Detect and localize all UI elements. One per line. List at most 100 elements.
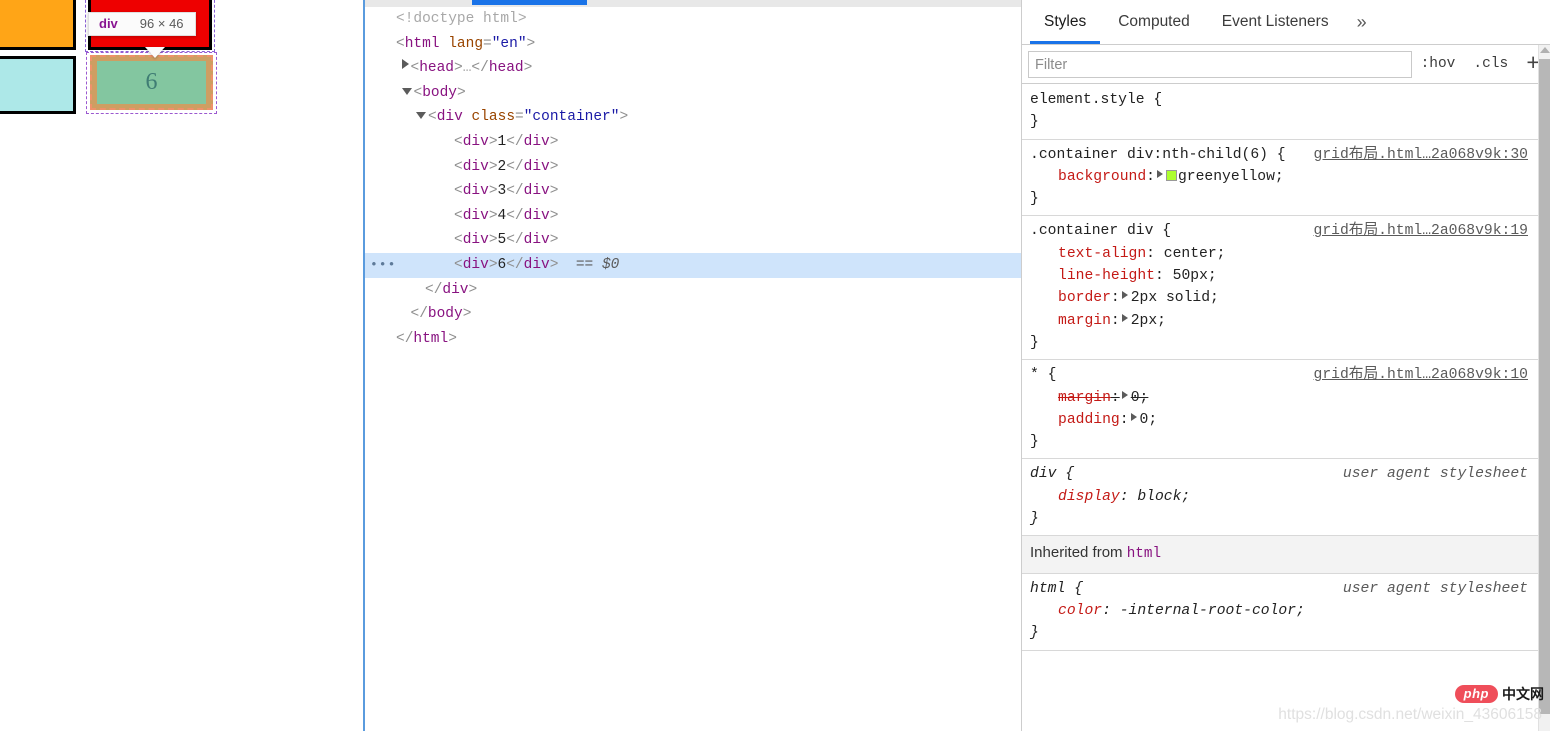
hov-toggle-button[interactable]: :hov [1412,56,1465,72]
color-swatch-icon[interactable] [1165,169,1177,181]
style-declaration[interactable]: text-align: center; [1030,243,1530,265]
dom-token: html [404,35,440,52]
dom-node[interactable]: <div class="container"> [365,105,1021,130]
style-rule[interactable]: .container div:nth-child(6) { grid布局.html… [1022,140,1538,217]
grid-cell-cyan[interactable] [0,56,76,114]
style-rule-selector[interactable]: .container div { [1030,223,1171,239]
styles-tab-bar: Styles Computed Event Listeners » [1022,0,1550,45]
dom-active-tab-indicator[interactable] [472,0,587,5]
style-property-value[interactable]: 0; [1140,412,1158,428]
style-rule-selector[interactable]: * { [1030,367,1056,383]
collapse-triangle-icon[interactable] [401,87,412,95]
style-rule-source-link[interactable]: grid布局.html…2a068v9k:10 [1314,364,1528,386]
style-rule-source-link[interactable]: grid布局.html…2a068v9k:30 [1314,144,1528,166]
shorthand-expand-icon[interactable] [1121,390,1128,399]
cls-toggle-button[interactable]: .cls [1464,56,1517,72]
shorthand-expand-icon[interactable] [1156,169,1163,178]
style-colon: : [1119,411,1129,428]
dom-node-badge-icon[interactable]: ••• [370,253,396,278]
more-tabs-icon[interactable]: » [1347,0,1377,44]
style-property-value[interactable]: 0; [1131,390,1149,406]
expand-triangle-icon[interactable] [401,59,409,70]
style-colon: : [1110,312,1120,329]
dom-node[interactable]: <body> [365,81,1021,106]
shorthand-expand-icon[interactable] [1121,313,1128,322]
style-rule[interactable]: div {user agent stylesheet display: block… [1022,459,1538,537]
style-property-value[interactable]: -internal-root-color; [1120,603,1305,619]
style-declaration[interactable]: display: block; [1030,486,1530,508]
dom-token: > [457,84,466,101]
styles-rules-list[interactable]: element.style {} .container div:nth-child… [1022,85,1538,731]
dom-tree[interactable]: <!doctype html> <html lang="en"> <head>…</… [365,7,1021,731]
grid-cell-six-highlighted[interactable]: 6 [97,61,206,104]
style-property-value[interactable]: greenyellow; [1178,169,1284,185]
style-property-name[interactable]: border [1058,290,1111,306]
style-property-value[interactable]: block; [1137,489,1190,505]
dom-node[interactable]: <div>4</div> [365,204,1021,229]
style-property-name[interactable]: margin [1058,390,1111,406]
shorthand-expand-icon[interactable] [1130,412,1137,421]
tab-event-listeners[interactable]: Event Listeners [1208,0,1343,44]
style-declaration[interactable]: color: -internal-root-color; [1030,600,1530,622]
tab-styles[interactable]: Styles [1030,0,1101,44]
style-colon: : [1110,389,1120,406]
collapse-triangle-icon[interactable] [416,112,426,120]
dom-node[interactable]: <div>2</div> [365,155,1021,180]
style-property-value[interactable]: 2px solid; [1131,290,1219,306]
dom-node[interactable]: </html> [365,327,1021,352]
scroll-up-arrow-icon[interactable] [1540,47,1550,53]
style-property-name[interactable]: text-align [1058,246,1146,262]
style-property-name[interactable]: margin [1058,313,1111,329]
style-property-value[interactable]: 50px; [1173,268,1217,284]
dom-token: head [488,60,524,77]
style-rule-selector[interactable]: element.style { [1030,92,1162,108]
style-declaration[interactable]: line-height: 50px; [1030,265,1530,287]
style-rule-selector[interactable]: html { [1030,581,1083,597]
tooltip-dimensions: 96 × 46 [139,16,184,31]
dom-node[interactable]: <!doctype html> [365,7,1021,32]
dom-node[interactable]: <head>…</head> [365,56,1021,81]
style-declaration[interactable]: border: 2px solid; [1030,287,1530,309]
style-rule-selector[interactable]: .container div:nth-child(6) { [1030,147,1286,163]
dom-token: > [488,158,498,175]
style-rule[interactable]: element.style {} [1022,85,1538,140]
scrollbar-thumb[interactable] [1539,59,1550,714]
style-property-name[interactable]: padding [1058,412,1120,428]
style-property-value[interactable]: 2px; [1131,313,1166,329]
style-property-name[interactable]: color [1058,603,1102,619]
style-rule-source-link[interactable]: grid布局.html…2a068v9k:19 [1314,220,1528,242]
dom-node[interactable]: <html lang="en"> [365,32,1021,57]
filter-input[interactable]: Filter [1028,50,1412,78]
grid-cell-orange[interactable] [0,0,76,50]
style-declaration[interactable]: margin: 2px; [1030,310,1530,332]
style-declaration[interactable]: margin: 0; [1030,387,1530,409]
dom-token: < [454,256,463,273]
style-declaration[interactable]: padding: 0; [1030,409,1530,431]
style-rule[interactable]: html {user agent stylesheet color: -inter… [1022,574,1538,651]
dom-token: 5 [497,232,507,249]
dom-node[interactable]: <div>3</div> [365,179,1021,204]
dom-token: > [549,183,559,200]
dom-token: > [488,256,498,273]
style-declaration[interactable]: background: greenyellow; [1030,166,1530,188]
shorthand-expand-icon[interactable] [1121,291,1128,300]
style-rule[interactable]: .container div {grid布局.html…2a068v9k:19 t… [1022,216,1538,361]
style-rule-close-brace: } [1030,625,1039,642]
tab-computed[interactable]: Computed [1104,0,1204,44]
dom-node[interactable]: <div>1</div> [365,130,1021,155]
dom-node[interactable]: <div>5</div> [365,228,1021,253]
dom-node[interactable]: </body> [365,302,1021,327]
dom-node[interactable]: </div> [365,278,1021,303]
inherited-source-element[interactable]: html [1127,546,1161,562]
style-rule-selector[interactable]: div { [1030,466,1074,482]
dom-node-selected[interactable]: ••• <div>6</div> == $0 [365,252,1021,278]
dom-token: div [523,183,550,200]
style-property-name[interactable]: line-height [1058,268,1155,284]
styles-filter-bar: Filter :hov .cls + [1022,45,1550,84]
style-property-name[interactable]: background [1058,169,1146,185]
style-rule[interactable]: * {grid布局.html…2a068v9k:10 margin: 0; paddi… [1022,360,1538,460]
style-property-name[interactable]: display [1058,489,1120,505]
styles-scrollbar[interactable] [1538,45,1550,731]
style-property-value[interactable]: center; [1164,246,1226,262]
dom-token: 2 [497,158,507,175]
